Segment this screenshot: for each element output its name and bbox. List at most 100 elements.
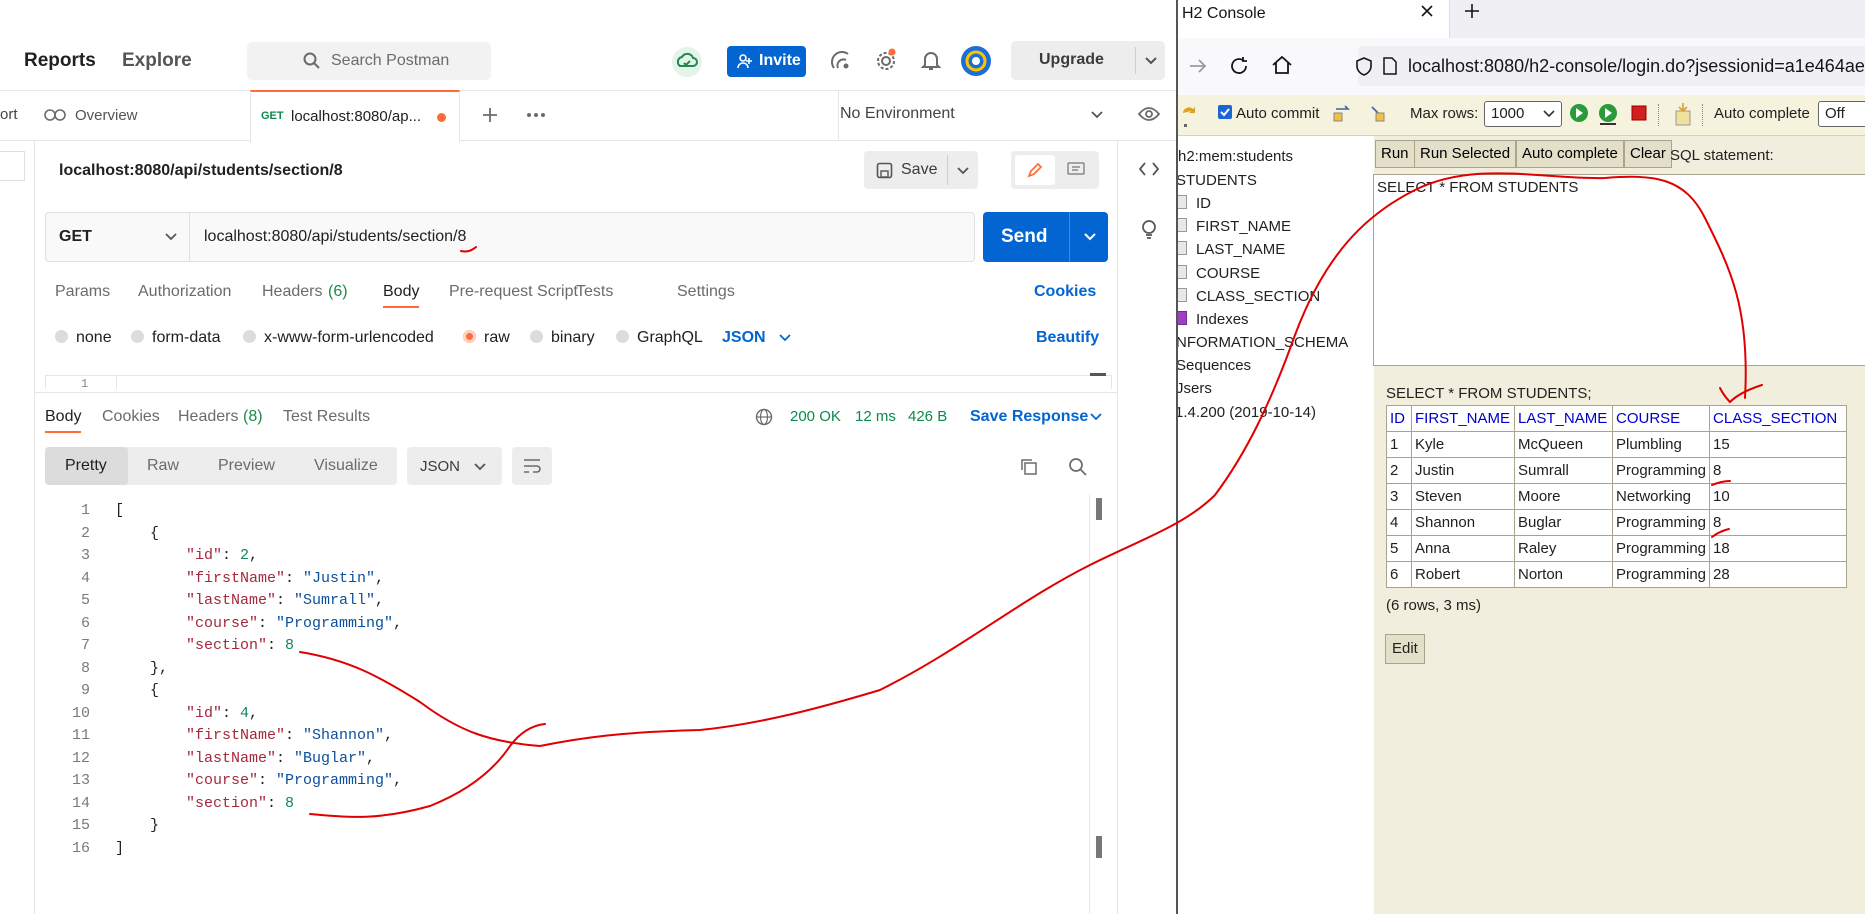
- tab-overview[interactable]: Overview: [75, 107, 138, 124]
- save-button[interactable]: Save: [864, 151, 978, 189]
- chevron-down-icon[interactable]: [956, 166, 970, 176]
- globe-icon[interactable]: [755, 408, 773, 426]
- auto-complete-select[interactable]: Off: [1818, 101, 1865, 127]
- header-first-name[interactable]: FIRST_NAME: [1411, 405, 1515, 432]
- header-class-section[interactable]: CLASS_SECTION: [1709, 405, 1848, 432]
- cell[interactable]: Programming: [1611, 457, 1711, 484]
- body-type-graphql[interactable]: GraphQL: [616, 329, 703, 347]
- nav-explore[interactable]: Explore: [122, 50, 192, 72]
- close-icon[interactable]: [1420, 4, 1434, 18]
- chevron-down-icon[interactable]: [1083, 232, 1097, 242]
- resp-tab-body[interactable]: Body: [45, 408, 81, 426]
- tree-table-students[interactable]: STUDENTS: [1178, 172, 1257, 189]
- cell[interactable]: 3: [1386, 483, 1412, 510]
- cell[interactable]: McQueen: [1514, 431, 1613, 458]
- beautify-link[interactable]: Beautify: [1036, 329, 1099, 347]
- tab-authorization[interactable]: Authorization: [138, 283, 231, 301]
- body-type-urlencoded[interactable]: x-www-form-urlencoded: [243, 329, 434, 347]
- max-rows-select[interactable]: 1000: [1484, 101, 1562, 127]
- commit-icon[interactable]: [1368, 103, 1388, 123]
- view-pretty[interactable]: Pretty: [65, 457, 107, 475]
- refresh-tree-icon[interactable]: [1180, 103, 1198, 123]
- lightbulb-icon[interactable]: [1140, 219, 1158, 241]
- side-rail-button[interactable]: [0, 151, 25, 181]
- invite-button[interactable]: Invite: [727, 46, 806, 77]
- chevron-down-icon[interactable]: [1090, 110, 1104, 120]
- header-id[interactable]: ID: [1386, 405, 1412, 432]
- cell[interactable]: Buglar: [1514, 509, 1613, 536]
- cloud-sync-icon[interactable]: [671, 46, 703, 78]
- cell[interactable]: 28: [1709, 561, 1848, 588]
- shield-icon[interactable]: [1355, 56, 1373, 76]
- wrap-lines-button[interactable]: [512, 447, 552, 485]
- cell[interactable]: Anna: [1411, 535, 1515, 562]
- tree-information-schema[interactable]: NFORMATION_SCHEMA: [1178, 334, 1348, 351]
- pane-divider[interactable]: [34, 392, 1117, 393]
- tree-users[interactable]: Jsers: [1178, 380, 1212, 397]
- upgrade-button[interactable]: Upgrade: [1011, 41, 1165, 80]
- auto-commit-checkbox[interactable]: [1218, 105, 1232, 119]
- url-input[interactable]: localhost:8080/api/students/section/8: [204, 228, 466, 246]
- code-icon[interactable]: [1138, 161, 1160, 177]
- tab-settings[interactable]: Settings: [677, 283, 735, 301]
- method-select[interactable]: GET: [46, 213, 190, 261]
- cell[interactable]: 4: [1386, 509, 1412, 536]
- cell[interactable]: Shannon: [1411, 509, 1515, 536]
- run-button[interactable]: Run: [1375, 140, 1415, 168]
- response-time[interactable]: 12 ms: [855, 408, 896, 425]
- tree-column-id[interactable]: ID: [1178, 195, 1211, 212]
- home-icon[interactable]: [1271, 55, 1293, 75]
- response-body-viewer[interactable]: 1 2 3 4 5 6 7 8 9 10 11 12 13 14 15 16 […: [0, 500, 1090, 880]
- body-format-select[interactable]: JSON: [722, 329, 766, 347]
- settings-gear-icon[interactable]: [874, 48, 898, 72]
- cell[interactable]: 1: [1386, 431, 1412, 458]
- browser-tab[interactable]: H2 Console: [1178, 0, 1450, 38]
- rollback-icon[interactable]: [1332, 103, 1354, 123]
- body-type-form-data[interactable]: form-data: [131, 329, 220, 347]
- more-dots-icon[interactable]: [526, 112, 546, 118]
- cell[interactable]: Programming: [1611, 561, 1711, 588]
- cell[interactable]: Plumbling: [1611, 431, 1711, 458]
- body-type-raw[interactable]: raw: [463, 329, 510, 347]
- scrollbar-thumb[interactable]: [1096, 836, 1102, 858]
- nav-reports[interactable]: Reports: [24, 50, 96, 72]
- reload-icon[interactable]: [1228, 55, 1250, 77]
- tree-database[interactable]: h2:mem:students: [1178, 148, 1293, 165]
- request-tab[interactable]: GET localhost:8080/ap...: [250, 90, 460, 143]
- tab-body[interactable]: Body: [383, 283, 419, 301]
- view-preview[interactable]: Preview: [218, 457, 275, 475]
- cell[interactable]: 15: [1709, 431, 1848, 458]
- new-tab-plus-icon[interactable]: [481, 106, 499, 124]
- cell[interactable]: 5: [1386, 535, 1412, 562]
- cell[interactable]: 8: [1709, 509, 1848, 536]
- search-input[interactable]: Search Postman: [247, 42, 491, 80]
- response-size[interactable]: 426 B: [908, 408, 947, 425]
- cell[interactable]: 18: [1709, 535, 1848, 562]
- copy-icon[interactable]: [1019, 457, 1039, 477]
- sql-editor[interactable]: SELECT * FROM STUDENTS: [1373, 174, 1865, 366]
- cell[interactable]: Kyle: [1411, 431, 1515, 458]
- cell[interactable]: Steven: [1411, 483, 1515, 510]
- address-bar[interactable]: localhost:8080/h2-console/login.do?jsess…: [1355, 46, 1865, 86]
- tree-column-course[interactable]: COURSE: [1178, 265, 1260, 282]
- edit-mode-active[interactable]: [1015, 155, 1055, 185]
- cancel-stop-icon[interactable]: [1629, 103, 1649, 123]
- notification-bell-icon[interactable]: [920, 49, 942, 71]
- tree-sequences[interactable]: Sequences: [1178, 357, 1251, 374]
- run-icon[interactable]: [1568, 102, 1590, 124]
- chevron-down-icon[interactable]: [778, 333, 792, 343]
- resp-tab-test-results[interactable]: Test Results: [283, 408, 370, 426]
- page-icon[interactable]: [1382, 57, 1398, 75]
- new-tab-plus-icon[interactable]: [1464, 3, 1480, 19]
- resp-tab-headers[interactable]: Headers: [178, 408, 238, 426]
- history-icon[interactable]: [1673, 101, 1693, 127]
- cell[interactable]: 6: [1386, 561, 1412, 588]
- tree-indexes[interactable]: Indexes: [1178, 311, 1249, 328]
- resp-tab-cookies[interactable]: Cookies: [102, 408, 160, 426]
- cell[interactable]: 10: [1709, 483, 1848, 510]
- cell[interactable]: Programming: [1611, 509, 1711, 536]
- header-last-name[interactable]: LAST_NAME: [1514, 405, 1613, 432]
- view-raw[interactable]: Raw: [147, 457, 179, 475]
- clear-button[interactable]: Clear: [1624, 140, 1672, 168]
- body-type-binary[interactable]: binary: [530, 329, 595, 347]
